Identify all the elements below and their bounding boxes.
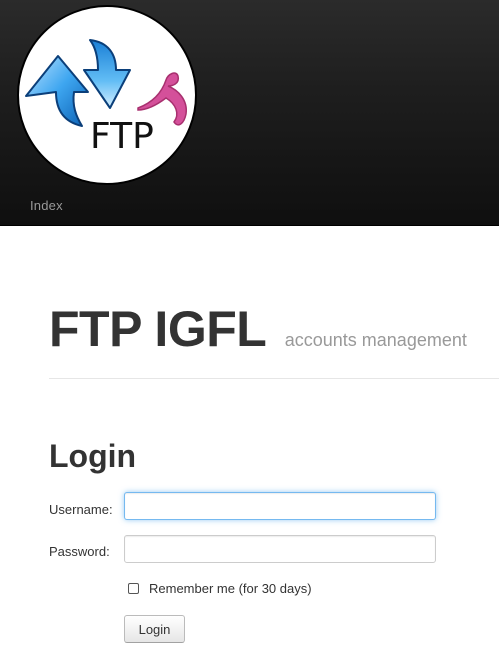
username-label: Username: <box>49 502 113 517</box>
ftp-logo[interactable]: FTP <box>16 4 198 186</box>
remember-me-option[interactable]: Remember me (for 30 days) <box>128 581 312 596</box>
login-button[interactable]: Login <box>124 615 185 643</box>
page-subtitle: accounts management <box>284 330 467 350</box>
password-field[interactable] <box>124 535 436 563</box>
logo-text: FTP <box>90 116 154 157</box>
top-navbar: FTP Index <box>0 0 499 226</box>
username-field[interactable] <box>124 492 436 520</box>
header-divider <box>49 378 499 379</box>
ftp-logo-icon: FTP <box>17 5 197 185</box>
password-label: Password: <box>49 544 110 559</box>
page-header: FTP IGFL accounts management <box>49 300 467 358</box>
remember-me-checkbox[interactable] <box>128 583 139 594</box>
remember-me-label: Remember me (for 30 days) <box>149 581 312 596</box>
page-title: FTP IGFL <box>49 301 267 357</box>
login-heading: Login <box>49 438 137 474</box>
nav-link-index[interactable]: Index <box>30 198 63 213</box>
